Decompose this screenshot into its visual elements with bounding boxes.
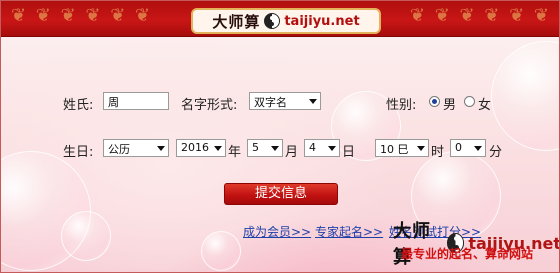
chevron-down-icon xyxy=(214,146,222,151)
hour-unit: 时 xyxy=(431,145,445,160)
calendar-select[interactable]: 公历 xyxy=(103,139,169,157)
brand-watermark: 大师算 taijiyu.net 最专业的起名、算命网站 xyxy=(387,215,559,272)
name-type-select[interactable]: 双字名 xyxy=(249,92,321,110)
minute-unit: 分 xyxy=(489,145,503,160)
month-unit: 月 xyxy=(285,145,299,160)
hour-value: 10 巳 xyxy=(380,143,409,156)
chevron-down-icon xyxy=(328,146,336,151)
year-value: 2016 xyxy=(181,141,209,154)
expert-naming-link[interactable]: 专家起名>> xyxy=(315,223,383,240)
birthday-label: 生日: xyxy=(63,145,94,160)
submit-button[interactable]: 提交信息 xyxy=(224,183,338,205)
brand-slogan: 最专业的起名、算命网站 xyxy=(401,247,534,261)
chevron-down-icon xyxy=(271,146,279,151)
name-type-value: 双字名 xyxy=(254,96,287,109)
bubble-decoration xyxy=(491,41,559,151)
gender-male-label: 男 xyxy=(443,98,457,113)
hour-select[interactable]: 10 巳 xyxy=(375,139,429,157)
name-form-widget: ❦ ❦ ❦ ❦ ❦ ❦ ❦ ❦ ❦ ❦ ❦ ❦ 大师算 taijiyu.net … xyxy=(0,0,560,273)
chevron-down-icon xyxy=(157,146,165,151)
month-value: 5 xyxy=(252,141,259,154)
calendar-value: 公历 xyxy=(108,143,130,156)
minute-value: 0 xyxy=(455,141,462,154)
month-select[interactable]: 5 xyxy=(247,139,283,157)
header-ornament-right: ❦ ❦ ❦ ❦ ❦ ❦ xyxy=(409,5,551,26)
chevron-down-icon xyxy=(309,99,317,104)
bubble-decoration xyxy=(61,211,111,261)
bubble-decoration xyxy=(201,231,241,271)
header-ornament-left: ❦ ❦ ❦ ❦ ❦ ❦ xyxy=(11,5,153,26)
chevron-down-icon xyxy=(417,146,425,151)
day-unit: 日 xyxy=(342,145,356,160)
year-select[interactable]: 2016 xyxy=(176,139,226,157)
name-type-label: 名字形式: xyxy=(181,98,238,113)
day-select[interactable]: 4 xyxy=(304,139,340,157)
gender-male-radio[interactable] xyxy=(429,96,440,107)
taiji-icon xyxy=(264,13,281,29)
become-member-link[interactable]: 成为会员>> xyxy=(243,223,311,240)
header-logo-en: taijiyu.net xyxy=(284,13,360,29)
surname-input[interactable]: 周 xyxy=(103,92,169,110)
day-value: 4 xyxy=(309,141,316,154)
gender-label: 性别: xyxy=(386,98,417,113)
gender-female-label: 女 xyxy=(478,98,492,113)
surname-label: 姓氏: xyxy=(63,98,94,113)
header-logo-cn: 大师算 xyxy=(212,12,261,31)
chevron-down-icon xyxy=(474,146,482,151)
minute-select[interactable]: 0 xyxy=(450,139,486,157)
header-logo: 大师算 taijiyu.net xyxy=(191,8,381,34)
gender-female-radio[interactable] xyxy=(464,96,475,107)
year-unit: 年 xyxy=(228,145,242,160)
